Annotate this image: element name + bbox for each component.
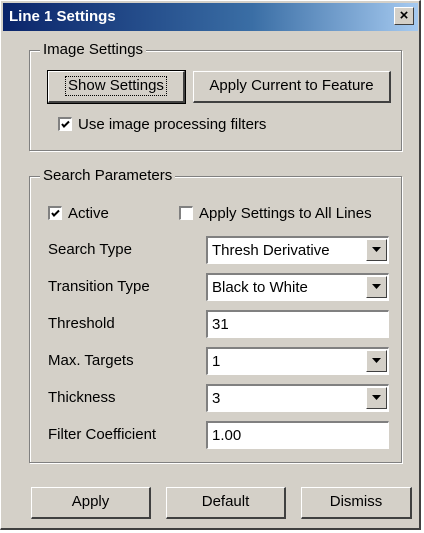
thickness-label: Thickness	[48, 389, 116, 406]
search-type-dropdown-button[interactable]	[366, 239, 387, 261]
active-checkbox[interactable]	[48, 206, 62, 220]
apply-all-lines-checkbox-row[interactable]: Apply Settings to All Lines	[179, 204, 399, 224]
max-targets-dropdown-button[interactable]	[366, 350, 387, 372]
transition-type-select[interactable]: Black to White	[206, 273, 389, 301]
use-filters-checkbox[interactable]	[58, 117, 72, 131]
use-filters-label: Use image processing filters	[78, 116, 267, 133]
active-label: Active	[68, 205, 109, 222]
settings-dialog: Line 1 Settings × Image Settings Show Se…	[0, 0, 421, 530]
image-settings-group: Image Settings Show Settings Apply Curre…	[29, 41, 402, 151]
max-targets-label: Max. Targets	[48, 352, 134, 369]
apply-button[interactable]: Apply	[31, 487, 151, 519]
thickness-dropdown-button[interactable]	[366, 387, 387, 409]
show-settings-label: Show Settings	[65, 76, 167, 96]
filter-coefficient-input[interactable]: 1.00	[206, 421, 389, 449]
threshold-label: Threshold	[48, 315, 115, 332]
dismiss-button[interactable]: Dismiss	[301, 487, 412, 519]
check-icon	[51, 209, 60, 217]
thickness-value: 3	[212, 390, 221, 407]
check-icon	[61, 120, 70, 128]
apply-current-to-feature-button[interactable]: Apply Current to Feature	[193, 71, 391, 103]
filter-coefficient-value: 1.00	[212, 427, 242, 444]
use-filters-checkbox-row[interactable]: Use image processing filters	[58, 115, 378, 135]
close-icon: ×	[399, 7, 409, 24]
max-targets-value: 1	[212, 353, 221, 370]
search-type-value: Thresh Derivative	[212, 242, 330, 259]
search-type-label: Search Type	[48, 241, 132, 258]
apply-all-lines-label: Apply Settings to All Lines	[199, 205, 372, 222]
thickness-select[interactable]: 3	[206, 384, 389, 412]
threshold-value: 31	[212, 316, 229, 333]
max-targets-select[interactable]: 1	[206, 347, 389, 375]
show-settings-button[interactable]: Show Settings	[47, 70, 186, 104]
close-button[interactable]: ×	[394, 7, 414, 25]
apply-all-lines-checkbox[interactable]	[179, 206, 193, 220]
apply-label: Apply	[71, 493, 110, 510]
default-label: Default	[201, 493, 250, 510]
chevron-down-icon	[372, 284, 381, 289]
search-type-select[interactable]: Thresh Derivative	[206, 236, 389, 264]
title-bar[interactable]: Line 1 Settings ×	[3, 3, 418, 31]
image-settings-legend: Image Settings	[40, 41, 147, 59]
dismiss-label: Dismiss	[329, 493, 383, 510]
apply-current-label: Apply Current to Feature	[209, 77, 374, 94]
transition-type-label: Transition Type	[48, 278, 150, 295]
default-button[interactable]: Default	[166, 487, 286, 519]
window-title: Line 1 Settings	[9, 8, 116, 25]
filter-coefficient-label: Filter Coefficient	[48, 426, 157, 443]
active-checkbox-row[interactable]: Active	[48, 204, 148, 224]
search-parameters-group: Search Parameters Active Apply Settings …	[29, 167, 402, 463]
chevron-down-icon	[372, 247, 381, 252]
chevron-down-icon	[372, 358, 381, 363]
threshold-input[interactable]: 31	[206, 310, 389, 338]
transition-type-dropdown-button[interactable]	[366, 276, 387, 298]
search-parameters-legend: Search Parameters	[40, 167, 176, 185]
chevron-down-icon	[372, 395, 381, 400]
transition-type-value: Black to White	[212, 279, 308, 296]
